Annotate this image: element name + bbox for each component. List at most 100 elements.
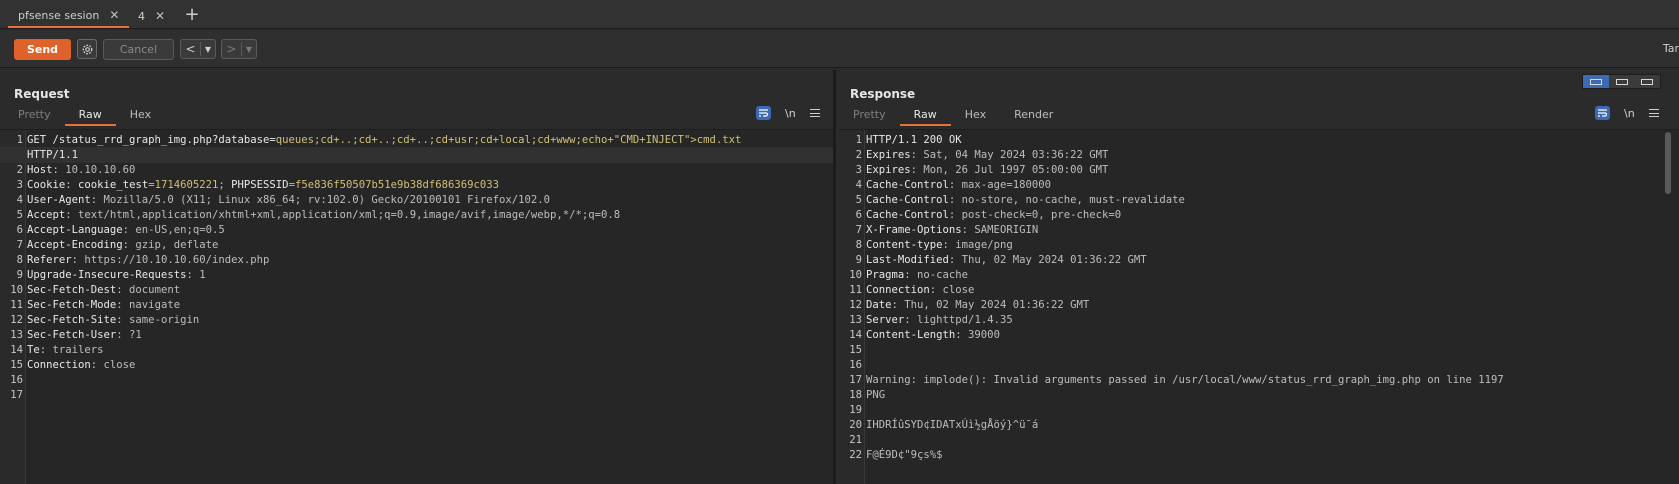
- code-line[interactable]: 6 Accept-Language: en-US,en;q=0.5: [0, 222, 833, 238]
- code-line[interactable]: 14 Content-Length: 39000: [839, 327, 1679, 343]
- response-editor[interactable]: 1 HTTP/1.1 200 OK 2 Expires: Sat, 04 May 20…: [839, 129, 1679, 484]
- code-token: : document: [116, 284, 181, 296]
- menu-icon[interactable]: [809, 109, 820, 117]
- code-line[interactable]: 15: [839, 342, 1679, 358]
- code-token: : Mozilla/5.0 (X11; Linux x86_64; rv:102…: [90, 194, 550, 206]
- code-token: : Thu, 02 May 2024 01:36:22 GMT: [891, 299, 1090, 311]
- code-line[interactable]: 10 Pragma: no-cache: [839, 267, 1679, 283]
- line-number: 17: [10, 389, 23, 401]
- tab-raw[interactable]: Raw: [64, 106, 116, 126]
- code-token: Upgrade-Insecure-Requests: [27, 269, 187, 281]
- tabbed-layout-icon[interactable]: [1634, 75, 1661, 88]
- code-line[interactable]: 4 User-Agent: Mozilla/5.0 (X11; Linux x86…: [0, 192, 833, 208]
- wrap-lines-icon[interactable]: [1595, 106, 1610, 120]
- code-line[interactable]: 7 X-Frame-Options: SAMEORIGIN: [839, 222, 1679, 238]
- tab-4[interactable]: 4 ✕: [128, 4, 175, 28]
- forward-arrow-icon: >: [222, 42, 242, 56]
- cancel-button[interactable]: Cancel: [103, 39, 174, 60]
- code-line[interactable]: 9 Last-Modified: Thu, 02 May 2024 01:36:2…: [839, 252, 1679, 268]
- code-line[interactable]: 6 Cache-Control: post-check=0, pre-check=…: [839, 207, 1679, 223]
- tab-raw[interactable]: Raw: [899, 106, 951, 126]
- back-button[interactable]: < ▼: [180, 39, 216, 59]
- line-content: HTTP/1.1 200 OK: [866, 132, 962, 148]
- line-number: 15: [849, 344, 862, 356]
- tab-pretty[interactable]: Pretty: [4, 106, 65, 126]
- add-tab-icon[interactable]: +: [183, 4, 201, 26]
- code-line[interactable]: 13 Sec-Fetch-User: ?1: [0, 327, 833, 343]
- tab-hex[interactable]: Hex: [116, 106, 165, 126]
- chevron-down-icon[interactable]: ▼: [242, 45, 256, 54]
- code-line[interactable]: 22 F@É9D¢"9çs%$: [839, 447, 1679, 463]
- code-line[interactable]: 13 Server: lighttpd/1.4.35: [839, 312, 1679, 328]
- code-line[interactable]: 16: [0, 372, 833, 388]
- vertical-scrollbar[interactable]: [1665, 132, 1671, 194]
- target-label[interactable]: Tar: [1663, 42, 1679, 55]
- tab-pfsense-sesion[interactable]: pfsense sesion ✕: [8, 4, 130, 28]
- code-token: GET /status_rrd_graph_img.php?database=: [27, 134, 276, 146]
- line-number: 12: [10, 314, 23, 326]
- line-number: 3: [855, 164, 862, 176]
- code-token: f5e836f50507b51e9b38df686369c033: [294, 179, 500, 191]
- code-line[interactable]: 7 Accept-Encoding: gzip, deflate: [0, 237, 833, 253]
- code-token: Referer: [27, 254, 72, 266]
- line-number: 22: [849, 449, 862, 461]
- code-line[interactable]: 15 Connection: close: [0, 357, 833, 373]
- code-token: : https://10.10.10.60/index.php: [71, 254, 270, 266]
- code-token: : lighttpd/1.4.35: [904, 314, 1013, 326]
- close-icon[interactable]: ✕: [109, 8, 119, 22]
- line-number: 3: [16, 179, 23, 191]
- line-number: 8: [855, 239, 862, 251]
- code-line[interactable]: 5 Accept: text/html,application/xhtml+xml…: [0, 207, 833, 223]
- code-line[interactable]: 12 Sec-Fetch-Site: same-origin: [0, 312, 833, 328]
- code-line[interactable]: 17: [0, 387, 833, 403]
- code-line[interactable]: 9 Upgrade-Insecure-Requests: 1: [0, 267, 833, 283]
- menu-icon[interactable]: [1648, 109, 1659, 117]
- code-line[interactable]: 1 HTTP/1.1 200 OK: [839, 132, 1679, 148]
- settings-button[interactable]: [77, 39, 97, 59]
- tab-pretty[interactable]: Pretty: [839, 106, 900, 126]
- code-line[interactable]: 20 IHDRÍûSYD¢IDATxÚì½gÅöý}^ü¯á: [839, 417, 1679, 433]
- code-token: : no-store, no-cache, must-revalidate: [948, 194, 1185, 206]
- code-line[interactable]: 19: [839, 402, 1679, 418]
- layout-toggle[interactable]: [1582, 74, 1661, 89]
- code-line[interactable]: 5 Cache-Control: no-store, no-cache, must…: [839, 192, 1679, 208]
- tab-render[interactable]: Render: [1000, 106, 1067, 126]
- code-token: : max-age=180000: [948, 179, 1051, 191]
- code-token: : SAMEORIGIN: [961, 224, 1039, 236]
- tab-hex[interactable]: Hex: [951, 106, 1000, 126]
- code-line[interactable]: 2 Expires: Sat, 04 May 2024 03:36:22 GMT: [839, 147, 1679, 163]
- close-icon[interactable]: ✕: [155, 9, 165, 23]
- stacked-layout-icon[interactable]: [1608, 75, 1635, 88]
- code-line[interactable]: 17 Warning: implode(): Invalid arguments …: [839, 372, 1679, 388]
- newline-toggle[interactable]: \n: [785, 107, 796, 120]
- forward-button[interactable]: > ▼: [221, 39, 257, 59]
- code-token: ;: [218, 179, 232, 191]
- code-line[interactable]: 3 Cookie: cookie_test=1714605221; PHPSESS…: [0, 177, 833, 193]
- code-line[interactable]: 2 Host: 10.10.10.60: [0, 162, 833, 178]
- code-line[interactable]: 10 Sec-Fetch-Dest: document: [0, 282, 833, 298]
- code-line[interactable]: 11 Connection: close: [839, 282, 1679, 298]
- code-line[interactable]: 18 PNG: [839, 387, 1679, 403]
- wrap-lines-icon[interactable]: [756, 106, 771, 120]
- side-by-side-layout-icon[interactable]: [1583, 75, 1609, 88]
- code-line[interactable]: 4 Cache-Control: max-age=180000: [839, 177, 1679, 193]
- code-line[interactable]: 12 Date: Thu, 02 May 2024 01:36:22 GMT: [839, 297, 1679, 313]
- send-button[interactable]: Send: [14, 39, 71, 60]
- chevron-down-icon[interactable]: ▼: [201, 45, 215, 54]
- code-line[interactable]: 14 Te: trailers: [0, 342, 833, 358]
- code-line[interactable]: 3 Expires: Mon, 26 Jul 1997 05:00:00 GMT: [839, 162, 1679, 178]
- code-line[interactable]: 8 Content-type: image/png: [839, 237, 1679, 253]
- line-content: Cache-Control: no-store, no-cache, must-…: [866, 192, 1185, 208]
- code-token: 1714605221: [154, 179, 219, 191]
- code-line[interactable]: 16: [839, 357, 1679, 373]
- code-line[interactable]: 11 Sec-Fetch-Mode: navigate: [0, 297, 833, 313]
- request-editor[interactable]: 1 GET /status_rrd_graph_img.php?database=…: [0, 129, 833, 484]
- line-content: Upgrade-Insecure-Requests: 1: [27, 267, 206, 283]
- newline-toggle[interactable]: \n: [1624, 107, 1635, 120]
- code-line[interactable]: 8 Referer: https://10.10.10.60/index.php: [0, 252, 833, 268]
- code-token: IHDRÍûSYD¢IDATxÚì½gÅöý}^ü¯á: [866, 419, 1039, 431]
- code-line[interactable]: 21: [839, 432, 1679, 448]
- code-line[interactable]: HTTP/1.1: [0, 147, 833, 163]
- code-line[interactable]: 1 GET /status_rrd_graph_img.php?database=…: [0, 132, 833, 148]
- code-token: : same-origin: [116, 314, 200, 326]
